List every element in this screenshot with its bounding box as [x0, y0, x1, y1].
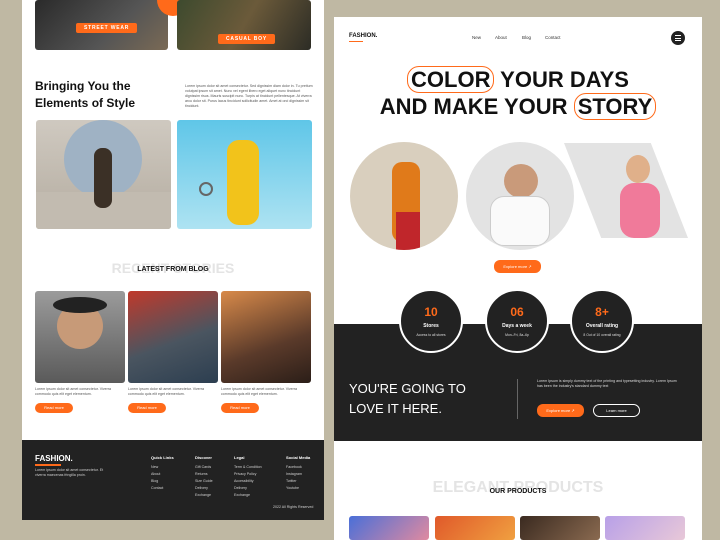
blog-title: LATEST FROM BLOG [137, 266, 209, 273]
hero-title: COLOR YOUR DAYS AND MAKE YOUR STORY [334, 66, 702, 120]
intro-paragraph: Lorem ipsum dolor sit amet consectetur. … [185, 84, 313, 108]
menu-button[interactable] [671, 31, 685, 45]
footer-link[interactable]: Privacy Policy [234, 471, 256, 478]
footer-link[interactable]: Returns [195, 471, 208, 478]
footer-link[interactable]: Gift Cards [195, 464, 211, 471]
stat-rating: 8+ Overall rating 8 Out of 10 overall ra… [570, 289, 634, 353]
footer-link[interactable]: Term & Condition [234, 464, 262, 471]
model-circle-2 [466, 142, 574, 250]
nav-new[interactable]: New [472, 35, 481, 40]
explore-more-button[interactable]: Explore more ↗ [494, 260, 541, 273]
product-image-1 [349, 516, 429, 540]
footer-link[interactable]: Delivery [234, 485, 247, 492]
love-text: Lorem Ipsum is simply dummy text of the … [537, 379, 677, 388]
footer-link[interactable]: Delivery [195, 485, 208, 492]
footer-col-discover-title: Discover [195, 455, 212, 460]
style-image-man [36, 120, 171, 229]
model-circle-1 [350, 142, 458, 250]
model-parallelogram-3 [564, 143, 688, 238]
footer-col-legal-title: Legal [234, 455, 245, 460]
nav-about[interactable]: About [495, 35, 507, 40]
learn-more-button[interactable]: Learn more [593, 404, 640, 417]
products-title: OUR PRODUCTS [489, 488, 547, 495]
hero-line2-start: AND MAKE YOUR [379, 94, 574, 119]
nav-blog[interactable]: Blog [522, 35, 531, 40]
left-page-panel: STREET WEAR CASUAL BOY Bringing You the … [22, 0, 324, 520]
footer-col-social-title: Social Media [286, 455, 311, 460]
footer-link[interactable]: Blog [151, 478, 158, 485]
hero-word-story: STORY [573, 93, 657, 120]
product-image-4 [605, 516, 685, 540]
blog-image-1 [35, 291, 125, 383]
right-page-panel: FASHION. New About Blog Contact COLOR YO… [334, 17, 702, 540]
footer-link[interactable]: Exchange [234, 492, 250, 499]
product-image-2 [435, 516, 515, 540]
footer-about: Lorem ipsum dolor sit amet consectetur. … [35, 468, 104, 477]
casual-boy-tag: CASUAL BOY [218, 34, 275, 44]
footer-link[interactable]: New [151, 464, 158, 471]
hero-line1-rest: YOUR DAYS [494, 67, 629, 92]
read-more-button-2[interactable]: Read more [128, 403, 166, 413]
footer-logo-underline [35, 464, 61, 466]
blog-image-3 [221, 291, 311, 383]
footer-logo[interactable]: FASHION. [35, 454, 73, 463]
stat-stores: 10 Stores Access to all stores [399, 289, 463, 353]
footer-link[interactable]: Youtube [286, 485, 299, 492]
product-image-3 [520, 516, 600, 540]
stat-days: 06 Days a week Mon–Fri, 8a–6p [485, 289, 549, 353]
footer-col-quick-title: Quick Links [151, 455, 174, 460]
footer-link[interactable]: Contact [151, 485, 163, 492]
footer-link[interactable]: Instagram [286, 471, 302, 478]
blog-text-1: Lorem ipsum dolor sit amet consectetur. … [35, 387, 112, 396]
footer-link[interactable]: Twitter [286, 478, 297, 485]
footer: FASHION. Lorem ipsum dolor sit amet cons… [22, 440, 324, 520]
footer-link[interactable]: Accessibility [234, 478, 254, 485]
street-wear-tag: STREET WEAR [76, 23, 138, 33]
footer-link[interactable]: Exchange [195, 492, 211, 499]
blog-text-3: Lorem ipsum dolor sit amet consectetur. … [221, 387, 298, 396]
nav-contact[interactable]: Contact [545, 35, 561, 40]
hero-word-color: COLOR [407, 66, 495, 93]
read-more-button-3[interactable]: Read more [221, 403, 259, 413]
footer-link[interactable]: Size Guide [195, 478, 213, 485]
explore-more-button-dark[interactable]: Explore more ↗ [537, 404, 584, 417]
vertical-divider [517, 379, 518, 419]
brand-logo-underline [349, 41, 363, 42]
blog-text-2: Lorem ipsum dolor sit amet consectetur. … [128, 387, 205, 396]
read-more-button-1[interactable]: Read more [35, 403, 73, 413]
brand-logo[interactable]: FASHION. [349, 33, 377, 39]
style-image-woman [177, 120, 312, 229]
copyright: 2022 All Rights Reserved [273, 505, 314, 509]
section-heading: Bringing You the Elements of Style [35, 79, 136, 110]
love-heading: YOU'RE GOING TO LOVE IT HERE. [349, 381, 466, 416]
blog-image-2 [128, 291, 218, 383]
footer-link[interactable]: Facebook [286, 464, 302, 471]
footer-link[interactable]: About [151, 471, 160, 478]
